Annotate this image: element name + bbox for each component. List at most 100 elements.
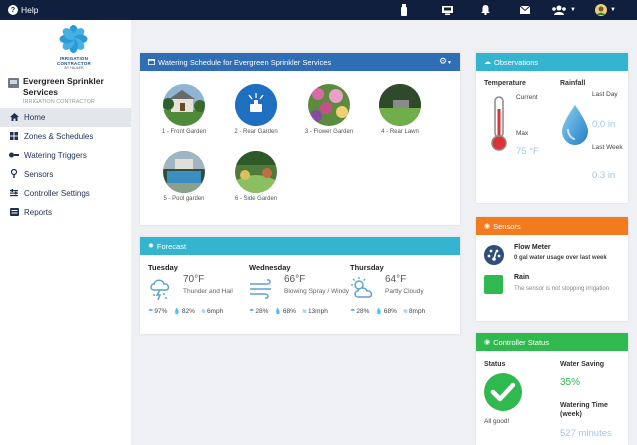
thunder-hail-icon — [148, 276, 174, 302]
watering-schedule-title: Watering Schedule for Evergreen Sprinkle… — [158, 57, 332, 67]
zone-side-garden[interactable]: 6 - Side Garden — [216, 151, 296, 202]
forecast-temp: 70°F — [183, 274, 205, 285]
company-logo: IRRIGATION CONTRACTOR BY HAJLER — [45, 24, 103, 78]
sensors-header: ◉ Sensors — [476, 217, 628, 235]
top-icons: ▼ ▼ — [377, 0, 637, 20]
humidity-icon: 💧 — [375, 309, 383, 315]
flow-meter-title: Flow Meter — [514, 244, 551, 251]
sidebar-item-label: Watering Triggers — [24, 151, 87, 160]
forecast-day-name: Tuesday — [148, 263, 178, 272]
reports-icon — [9, 207, 19, 218]
status-text: All good! — [484, 418, 510, 425]
site-name: Evergreen Sprinkler Services — [23, 76, 104, 97]
sidebar-item-controller-settings[interactable]: Controller Settings — [0, 184, 131, 203]
rain-sensor-indicator — [484, 275, 503, 294]
sidebar-item-home[interactable]: Home — [0, 108, 131, 127]
zone-photo — [163, 151, 205, 193]
partly-cloudy-icon — [350, 276, 376, 302]
rainfall-label: Rainfall — [560, 80, 586, 87]
sidebar-item-watering-triggers[interactable]: Watering Triggers — [0, 146, 131, 165]
water-saving-label: Water Saving — [560, 361, 605, 368]
wind-icon: ≋ — [301, 309, 307, 315]
humidity: 68% — [282, 308, 296, 315]
zone-rear-garden[interactable]: 2 - Rear Garden — [216, 84, 296, 135]
watering-schedule-header: Watering Schedule for Evergreen Sprinkle… — [140, 53, 460, 71]
sidebar-item-label: Home — [24, 113, 46, 122]
forecast-panel: ✹ Forecast Tuesday 70°F Thunder and Hail… — [140, 237, 460, 334]
zone-flower-garden[interactable]: 3 - Flower Garden — [289, 84, 369, 135]
sidebar-item-sensors[interactable]: Sensors — [0, 165, 131, 184]
sensors-title: Sensors — [493, 221, 521, 231]
zone-label: 1 - Front Garden — [161, 129, 207, 135]
zone-photo — [235, 151, 277, 193]
last-day-label: Last Day — [592, 91, 618, 98]
rain-chance: 97% — [154, 308, 168, 315]
zone-photo — [379, 84, 421, 126]
watering-schedule-panel: Watering Schedule for Evergreen Sprinkle… — [140, 53, 460, 225]
wind-speed: 6mph — [206, 308, 224, 315]
humidity-icon: 💧 — [274, 309, 282, 315]
zone-label: 6 - Side Garden — [234, 196, 278, 202]
zone-photo — [163, 84, 205, 126]
wind-icon: ≋ — [200, 309, 206, 315]
wind-speed: 13mph — [307, 308, 328, 315]
triggers-icon — [9, 151, 19, 160]
zone-rear-lawn[interactable]: 4 - Rear Lawn — [360, 84, 440, 135]
sidebar-item-reports[interactable]: Reports — [0, 203, 131, 222]
usb-icon[interactable] — [401, 4, 407, 16]
forecast-temp: 64°F — [385, 274, 407, 285]
users-icon[interactable]: ▼ — [551, 4, 576, 16]
controller-icon: ◉ — [484, 339, 491, 346]
observations-header: ☁ Observations — [476, 53, 628, 71]
envelope-icon[interactable] — [520, 4, 530, 16]
zone-label: 2 - Rear Garden — [234, 129, 278, 135]
water-saving-value: 35% — [560, 377, 581, 388]
bell-icon[interactable] — [481, 4, 490, 16]
forecast-day-name: Wednesday — [249, 263, 291, 272]
controller-status-title: Controller Status — [493, 337, 549, 347]
temperature-label: Temperature — [484, 80, 526, 87]
gauge-icon — [484, 245, 504, 267]
monitor-icon[interactable] — [442, 4, 453, 16]
zones-icon — [9, 131, 19, 142]
controller-status-panel: ◉ Controller Status Status All good! Wat… — [476, 333, 628, 445]
last-day-value: 0.0 in — [592, 119, 616, 130]
settings-icon — [9, 188, 19, 199]
sidebar: IRRIGATION CONTRACTOR BY HAJLER Evergree… — [0, 20, 131, 445]
sidebar-item-label: Zones & Schedules — [24, 132, 94, 141]
help-icon: ? — [8, 5, 18, 15]
check-circle-icon — [484, 373, 522, 413]
status-label: Status — [484, 361, 506, 368]
forecast-title: Forecast — [156, 241, 187, 251]
umbrella-icon: ☂ — [148, 309, 154, 315]
observations-panel: ☁ Observations Temperature Current Max 7… — [476, 53, 628, 203]
sensors-panel: ◉ Sensors Flow Meter 0 gal water usage o… — [476, 217, 628, 321]
help-link[interactable]: ? Help — [8, 5, 38, 15]
sidebar-item-zones[interactable]: Zones & Schedules — [0, 127, 131, 146]
logo-text: IRRIGATION CONTRACTOR — [57, 56, 91, 66]
forecast-day-tuesday: Tuesday 70°F Thunder and Hail ☂ 97% 💧 82% … — [148, 263, 248, 315]
wind-icon: ≋ — [402, 309, 408, 315]
controller-status-header: ◉ Controller Status — [476, 333, 628, 351]
zone-front-garden[interactable]: 1 - Front Garden — [144, 84, 224, 135]
forecast-day-name: Thursday — [350, 263, 384, 272]
zone-pool-garden[interactable]: 5 - Pool garden — [144, 151, 224, 202]
site-info: Evergreen Sprinkler Services IRRIGATION … — [8, 76, 130, 105]
watering-time-label: Watering Time (week) — [560, 402, 608, 418]
sensor-icon: ◉ — [484, 223, 491, 230]
forecast-temp: 66°F — [284, 274, 306, 285]
gear-icon[interactable]: ⚙▼ — [439, 56, 452, 67]
humidity-icon: 💧 — [173, 309, 181, 315]
rain-sensor-status: The sensor is not stopping irrigation — [514, 286, 610, 292]
zone-label: 3 - Flower Garden — [304, 129, 354, 135]
zone-label: 4 - Rear Lawn — [381, 129, 419, 135]
last-week-label: Last Week — [592, 144, 623, 151]
chevron-down-icon: ▼ — [570, 7, 576, 13]
umbrella-icon: ☂ — [249, 309, 255, 315]
logo-sub: BY HAJLER — [64, 66, 84, 70]
zone-photo — [235, 84, 277, 126]
max-temp-value: 75 °F — [516, 146, 539, 157]
forecast-condition: Partly Cloudy — [385, 288, 424, 295]
avatar[interactable]: ▼ — [595, 4, 616, 16]
zone-label: 5 - Pool garden — [163, 196, 205, 202]
